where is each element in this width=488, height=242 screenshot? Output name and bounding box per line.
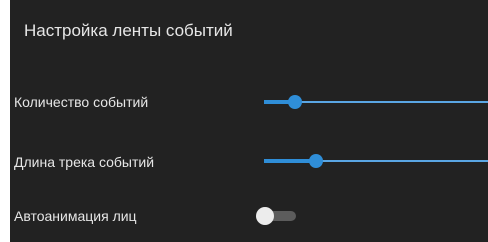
slider-thumb[interactable] <box>288 95 302 109</box>
face-autoanimation-label: Автоанимация лиц <box>14 208 137 224</box>
track-length-label: Длина трека событий <box>14 154 155 170</box>
panel-title: Настройка ленты событий <box>24 21 233 40</box>
slider-thumb[interactable] <box>309 154 323 168</box>
face-autoanimation-toggle[interactable] <box>256 205 300 227</box>
toggle-knob[interactable] <box>256 207 274 225</box>
event-count-slider[interactable] <box>264 92 488 112</box>
event-count-label: Количество событий <box>14 94 149 110</box>
event-feed-settings-panel: Настройка ленты событий Количество событ… <box>10 0 488 242</box>
track-length-slider[interactable] <box>264 151 488 171</box>
